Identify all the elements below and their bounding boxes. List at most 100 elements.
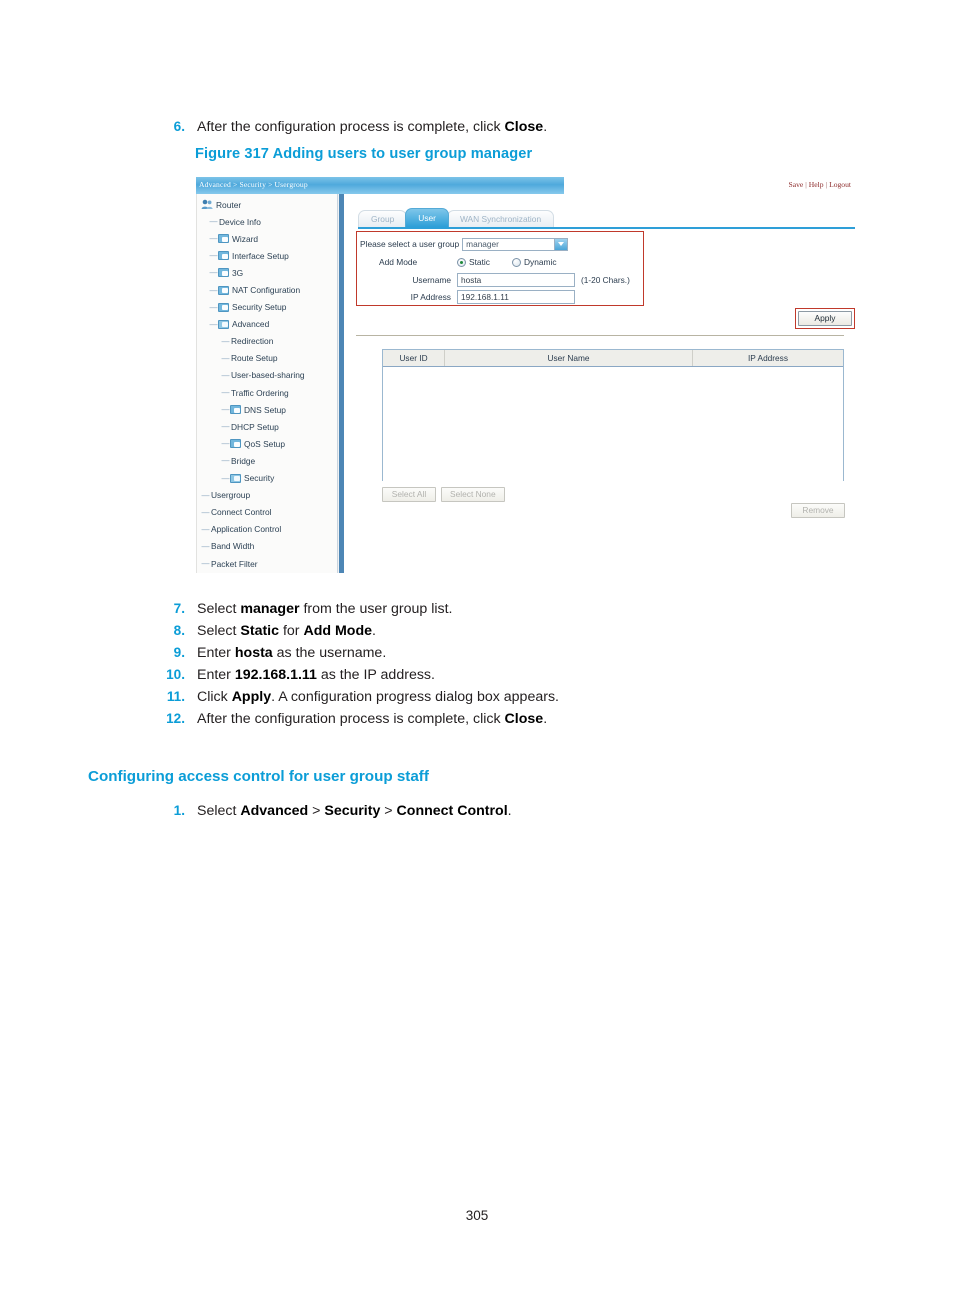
chevron-down-icon[interactable]: [554, 238, 568, 250]
sidebar-item-application-control[interactable]: — Application Control: [201, 521, 341, 538]
folder-icon: [218, 285, 229, 295]
sidebar-item-label: Security Setup: [232, 302, 287, 313]
tree-elbow-icon: —: [221, 370, 230, 380]
sidebar-item-route-setup[interactable]: — Route Setup: [201, 350, 341, 367]
sidebar-item-redirection[interactable]: — Redirection: [201, 333, 341, 350]
users-icon: [201, 199, 213, 210]
step-text: Select manager from the user group list.: [197, 601, 453, 617]
tree-elbow-icon: —: [221, 405, 230, 415]
sidebar-item-router[interactable]: Router: [201, 196, 341, 213]
radio-static-label: Static: [469, 257, 490, 267]
table-header-row: User ID User Name IP Address: [383, 350, 843, 367]
sidebar-item-connect-control[interactable]: — Connect Control: [201, 504, 341, 521]
select-none-button[interactable]: Select None: [441, 487, 505, 502]
sidebar-item-nat-configuration[interactable]: — NAT Configuration: [201, 281, 341, 298]
sidebar-item-qos-setup[interactable]: — QoS Setup: [201, 435, 341, 452]
sidebar-item-security-setup[interactable]: — Security Setup: [201, 299, 341, 316]
radio-dynamic[interactable]: Dynamic: [511, 257, 557, 267]
sidebar-item-security[interactable]: — Security: [201, 470, 341, 487]
sidebar-item-device-info[interactable]: — Device Info: [201, 213, 341, 230]
add-mode-label: Add Mode: [379, 257, 418, 267]
navigation-tree-items: — Device Info — Wizard — Interface Setup —3G — N…: [201, 213, 341, 572]
tab-user[interactable]: User: [405, 208, 449, 227]
sidebar-left-border: [196, 194, 197, 573]
radio-dynamic-button[interactable]: [511, 257, 521, 267]
sidebar-item-label: Redirection: [231, 336, 274, 347]
sidebar-item-label: Usergroup: [211, 490, 251, 501]
radio-static-button[interactable]: [457, 257, 466, 267]
tree-elbow-icon: —: [201, 541, 210, 551]
step-number: 7.: [173, 601, 185, 616]
breadcrumb: Advanced > Security > Usergroup: [199, 180, 308, 189]
step-text: After the configuration process is compl…: [197, 119, 548, 135]
usergroup-select[interactable]: manager: [462, 237, 569, 251]
usergroup-row: Please select a user group manager: [360, 235, 569, 253]
step-number: 6.: [173, 119, 185, 134]
step-text: Select Advanced > Security > Connect Con…: [197, 803, 512, 819]
username-hint: (1-20 Chars.): [581, 275, 630, 285]
tree-elbow-icon: —: [221, 353, 230, 363]
list-item: 9. Enter hosta as the username.: [155, 642, 775, 664]
user-add-form: Please select a user group manager Add M…: [356, 231, 644, 306]
sidebar-item-band-width[interactable]: — Band Width: [201, 538, 341, 555]
tab-group[interactable]: Group: [358, 210, 408, 227]
tree-elbow-icon: —: [209, 285, 218, 295]
sidebar-item-wizard[interactable]: — Wizard: [201, 230, 341, 247]
sidebar-item-label: Wizard: [232, 233, 259, 244]
sidebar-item-label: Route Setup: [231, 353, 278, 364]
tree-elbow-icon: —: [209, 268, 218, 278]
logout-link[interactable]: Logout: [829, 180, 851, 189]
sidebar-item-label: Connect Control: [211, 507, 272, 518]
sidebar-item-traffic-ordering[interactable]: — Traffic Ordering: [201, 384, 341, 401]
folder-open-icon: [218, 319, 229, 329]
sidebar-scrollbar[interactable]: [337, 194, 344, 573]
step-text: Click Apply. A configuration progress di…: [197, 689, 559, 705]
sidebar-item-label: Device Info: [219, 216, 261, 227]
account-links: Save | Help | Logout: [788, 180, 851, 189]
folder-open-icon: [230, 473, 241, 483]
ip-address-input[interactable]: 192.168.1.11: [457, 290, 575, 304]
username-row: Username hosta (1-20 Chars.): [379, 271, 630, 289]
steps-before-figure: 6. After the configuration process is co…: [155, 116, 755, 138]
page-section-heading: Configuring access control for user grou…: [88, 768, 429, 785]
figure-caption: Figure 317 Adding users to user group ma…: [195, 146, 533, 162]
remove-button-wrap: Remove: [791, 503, 845, 518]
tree-elbow-icon: —: [221, 388, 230, 398]
apply-button[interactable]: Apply: [798, 311, 852, 326]
tree-elbow-icon: —: [209, 217, 218, 227]
help-link[interactable]: Help: [809, 180, 824, 189]
tab-wan-synchronization[interactable]: WAN Synchronization: [446, 210, 555, 227]
username-input[interactable]: hosta: [457, 273, 575, 287]
table-selection-buttons: Select All Select None: [382, 487, 505, 502]
sidebar-item-user-based-sharing[interactable]: — User-based-sharing: [201, 367, 341, 384]
table-body-empty: [383, 367, 843, 481]
list-item: 8. Select Static for Add Mode.: [155, 620, 775, 642]
sidebar-item-interface-setup[interactable]: — Interface Setup: [201, 247, 341, 264]
sidebar-item-advanced[interactable]: — Advanced: [201, 316, 341, 333]
list-item: 12. After the configuration process is co…: [155, 708, 775, 730]
sidebar-item-usergroup[interactable]: — Usergroup: [201, 487, 341, 504]
radio-static[interactable]: Static: [457, 257, 490, 267]
sidebar-item-label: Security: [244, 473, 275, 484]
section-divider: [356, 335, 844, 336]
tree-elbow-icon: —: [209, 234, 218, 244]
sidebar-item-bridge[interactable]: — Bridge: [201, 452, 341, 469]
sidebar-item-dhcp-setup[interactable]: — DHCP Setup: [201, 418, 341, 435]
radio-dynamic-label: Dynamic: [523, 257, 557, 267]
tree-elbow-icon: —: [221, 473, 230, 483]
sidebar-item-packet-filter[interactable]: — Packet Filter: [201, 555, 341, 572]
sidebar-item-label: Router: [216, 199, 242, 210]
ui-sidebar: Router — Device Info — Wizard — Interface Set…: [196, 194, 344, 573]
list-item: 10. Enter 192.168.1.11 as the IP address.: [155, 664, 775, 686]
column-header-user-name: User Name: [445, 350, 693, 366]
step-text: Enter hosta as the username.: [197, 645, 387, 661]
sidebar-item-dns-setup[interactable]: — DNS Setup: [201, 401, 341, 418]
steps-after-figure: 7. Select manager from the user group lis…: [155, 598, 775, 730]
select-all-button[interactable]: Select All: [382, 487, 436, 502]
ui-main-panel: Group User WAN Synchronization Please sele…: [344, 194, 857, 573]
sidebar-item-label: Band Width: [211, 541, 255, 552]
remove-button[interactable]: Remove: [791, 503, 845, 518]
sidebar-item-3g[interactable]: — 3G: [201, 264, 341, 281]
folder-icon: [218, 234, 229, 244]
save-link[interactable]: Save: [788, 180, 803, 189]
